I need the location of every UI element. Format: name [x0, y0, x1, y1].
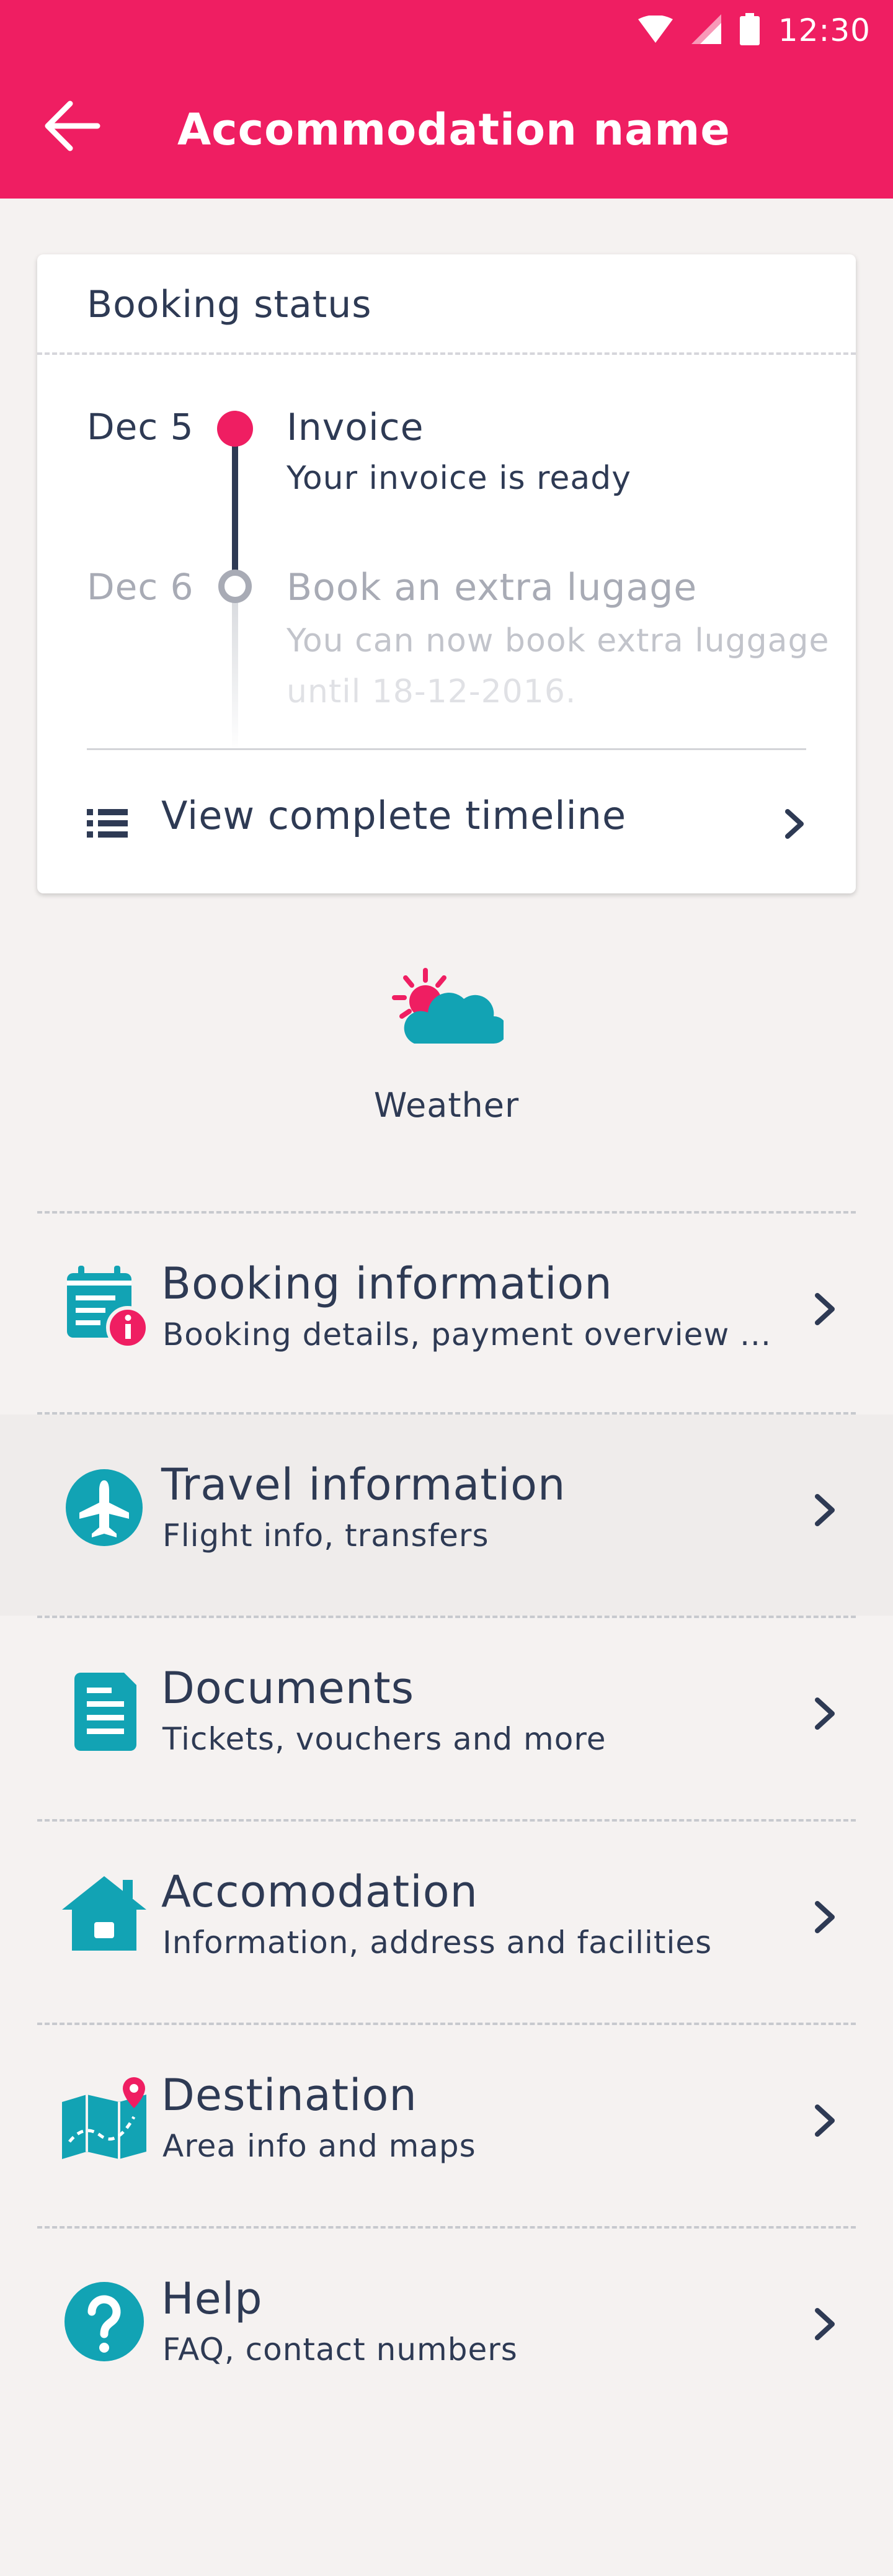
- list-icon: [87, 809, 128, 840]
- timeline-event-title: Book an extra lugage: [287, 566, 698, 609]
- menu-item-title: Accomodation: [161, 1866, 478, 1917]
- menu-item-subtitle: Flight info, transfers: [162, 1518, 489, 1554]
- chevron-right-icon: [814, 2103, 837, 2140]
- menu-item-subtitle: Information, address and facilities: [162, 1925, 713, 1961]
- menu-item-destination[interactable]: Destination Area info and maps: [0, 2025, 893, 2226]
- view-timeline-button[interactable]: View complete timeline: [37, 751, 856, 893]
- weather-label: Weather: [373, 1086, 520, 1125]
- chevron-right-icon: [814, 2307, 837, 2344]
- menu-item-help[interactable]: Help FAQ, contact numbers: [0, 2229, 893, 2430]
- menu-item-accomodation[interactable]: Accomodation Information, address and fa…: [0, 1822, 893, 2023]
- view-timeline-label: View complete timeline: [161, 793, 627, 838]
- chevron-right-icon: [814, 1696, 837, 1733]
- timeline-event-description: You can now book extra luggage until 18-…: [287, 615, 832, 717]
- calendar-info-icon: [60, 1262, 153, 1355]
- booking-status-title: Booking status: [87, 283, 372, 326]
- menu-item-subtitle: Tickets, vouchers and more: [162, 1721, 606, 1757]
- weather-button[interactable]: Weather: [322, 968, 571, 1142]
- card-divider: [37, 352, 856, 355]
- chevron-right-icon: [784, 808, 806, 843]
- back-button[interactable]: [37, 93, 105, 161]
- app-bar: 12:30 Accommodation name: [0, 0, 893, 199]
- page-title: Accommodation name: [177, 104, 731, 155]
- description-line: until 18-12-2016.: [287, 673, 577, 710]
- chevron-right-icon: [814, 1292, 837, 1329]
- map-pin-icon: [60, 2073, 153, 2167]
- timeline-date: Dec 6: [87, 566, 194, 608]
- menu-item-title: Help: [161, 2273, 263, 2324]
- chevron-right-icon: [814, 1493, 837, 1530]
- timeline-line-completed: [232, 426, 238, 581]
- status-time: 12:30: [778, 12, 871, 48]
- help-icon: [60, 2277, 153, 2370]
- menu-item-title: Booking information: [161, 1258, 613, 1309]
- cell-signal-icon: [691, 14, 721, 47]
- timeline-event-description: Your invoice is ready: [287, 460, 632, 497]
- booking-status-card: Booking status Dec 5 Invoice Your invoic…: [37, 254, 856, 893]
- document-icon: [60, 1666, 153, 1760]
- status-bar: 12:30: [638, 9, 871, 52]
- menu-item-subtitle: Area info and maps: [162, 2128, 476, 2164]
- description-line: You can now book extra luggage: [287, 622, 830, 660]
- menu-item-subtitle: Booking details, payment overview ...: [162, 1317, 771, 1353]
- timeline-dot-current: [217, 411, 253, 447]
- chevron-right-icon: [814, 1900, 837, 1937]
- timeline-dot-upcoming: [218, 570, 252, 603]
- airplane-icon: [60, 1463, 153, 1556]
- back-arrow-icon: [42, 96, 101, 158]
- timeline-date: Dec 5: [87, 406, 194, 448]
- menu-item-title: Travel information: [161, 1459, 566, 1510]
- menu-item-travel-information[interactable]: Travel information Flight info, transfer…: [0, 1415, 893, 1616]
- weather-sun-cloud-icon: [389, 968, 507, 1051]
- card-divider: [87, 748, 806, 750]
- menu-item-title: Destination: [161, 2070, 417, 2121]
- battery-icon: [739, 13, 760, 48]
- timeline-event-title: Invoice: [287, 406, 424, 449]
- menu-item-booking-information[interactable]: Booking information Booking details, pay…: [0, 1214, 893, 1415]
- wifi-icon: [638, 15, 673, 45]
- menu-item-documents[interactable]: Documents Tickets, vouchers and more: [0, 1618, 893, 1819]
- menu-item-title: Documents: [161, 1663, 415, 1714]
- house-icon: [60, 1870, 153, 1963]
- timeline-line-upcoming: [232, 596, 238, 751]
- menu-item-subtitle: FAQ, contact numbers: [162, 2332, 518, 2368]
